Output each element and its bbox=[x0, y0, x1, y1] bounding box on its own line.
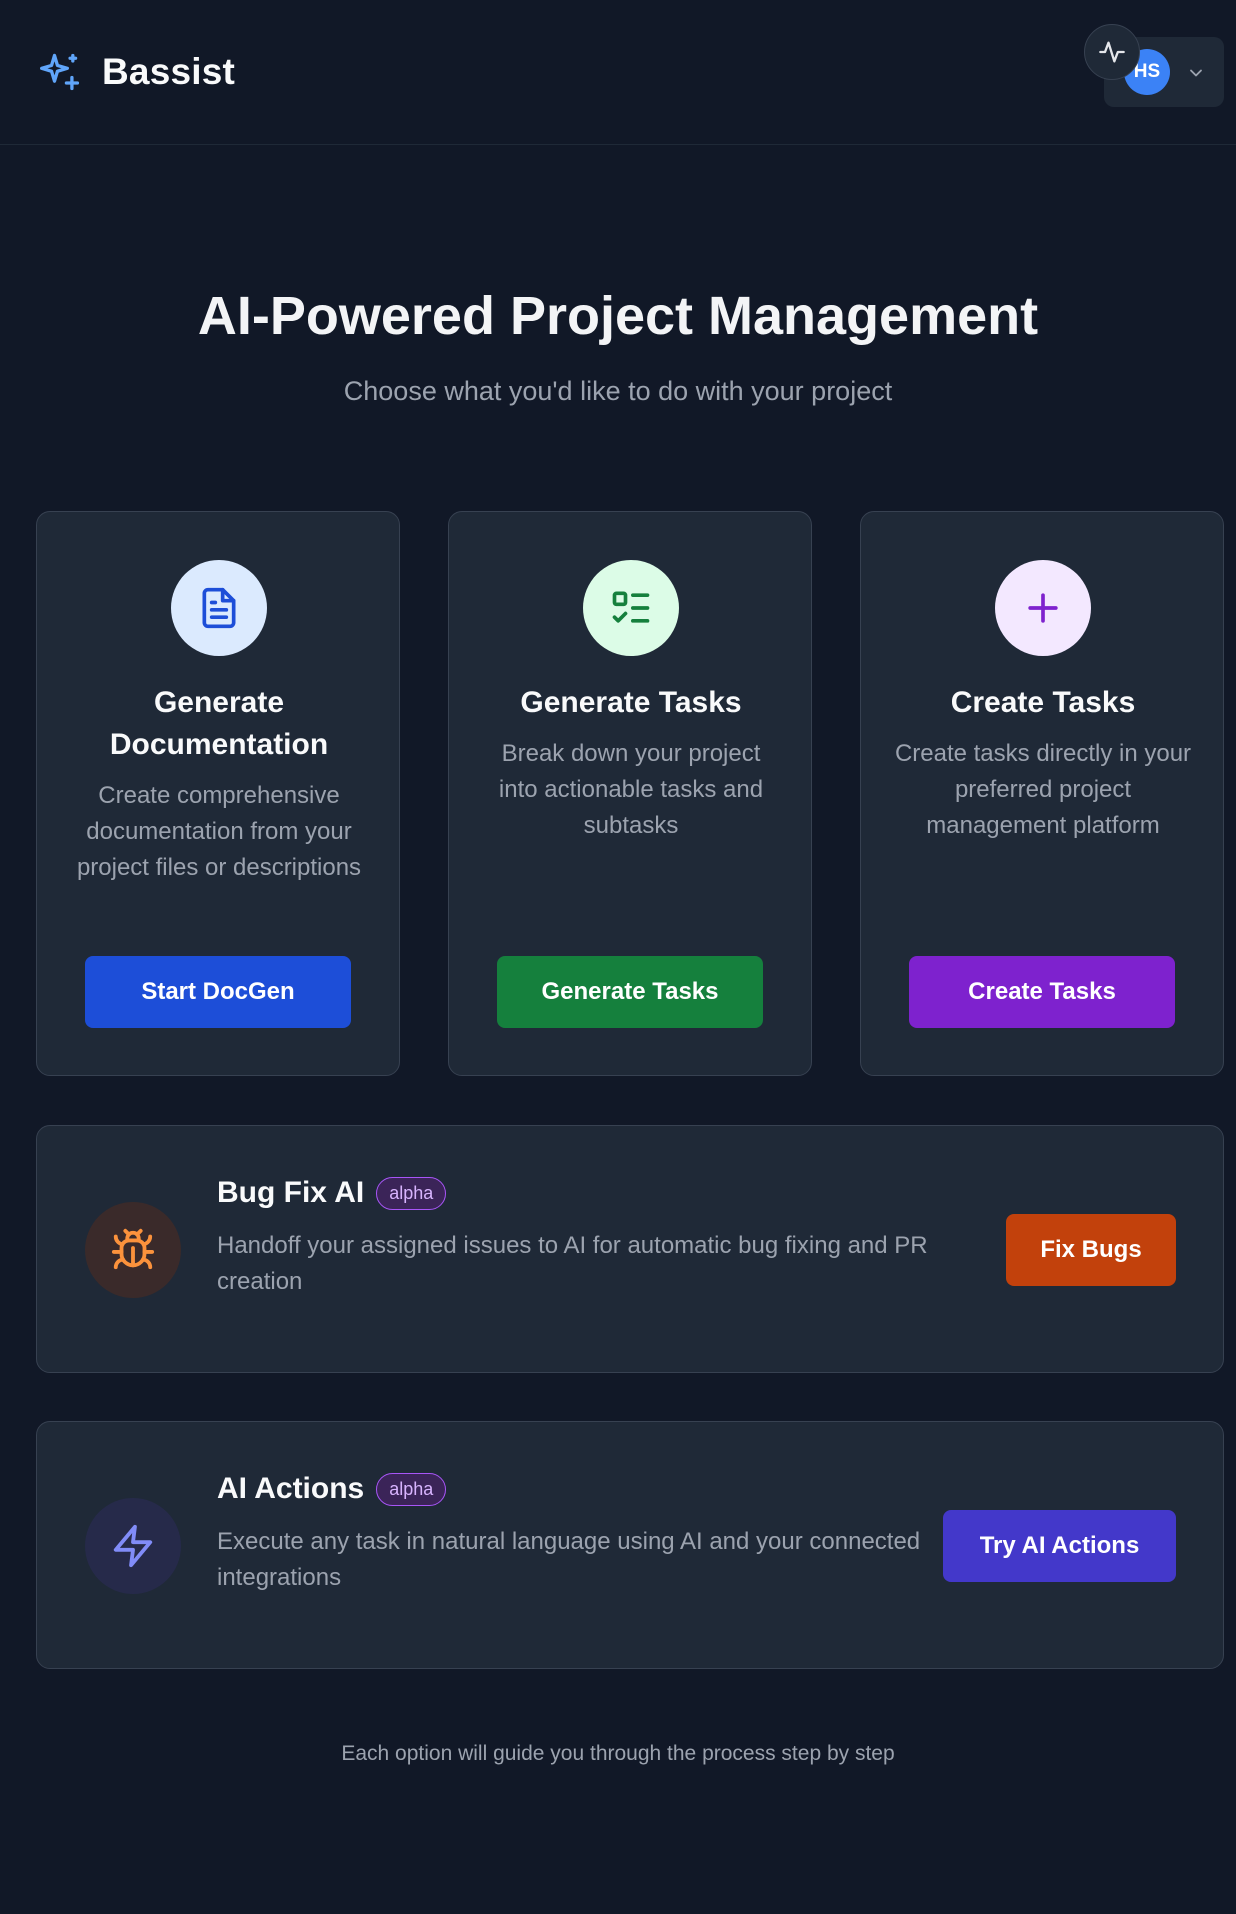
card-icon-circle bbox=[583, 560, 679, 656]
create-tasks-button[interactable]: Create Tasks bbox=[909, 956, 1175, 1028]
feature-title: AI Actions bbox=[217, 1472, 365, 1505]
alpha-badge: alpha bbox=[376, 1176, 447, 1210]
card-description: Create tasks directly in your preferred … bbox=[894, 740, 1192, 839]
card-title: Create Tasks bbox=[950, 686, 1136, 719]
bug-icon bbox=[111, 1228, 155, 1270]
feature-title-row: AI Actions alpha bbox=[217, 1472, 447, 1506]
app-name: Bassist bbox=[102, 51, 236, 92]
card-title: Generate Documentation bbox=[109, 686, 329, 761]
page-subtitle: Choose what you'd like to do with your p… bbox=[343, 376, 893, 406]
generate-tasks-button[interactable]: Generate Tasks bbox=[497, 956, 763, 1028]
card-description: Break down your project into actionable … bbox=[498, 740, 764, 839]
chevron-down-icon[interactable] bbox=[1186, 63, 1206, 83]
card-icon-circle bbox=[171, 560, 267, 656]
feature-title: Bug Fix AI bbox=[217, 1176, 365, 1209]
start-docgen-button[interactable]: Start DocGen bbox=[85, 956, 351, 1028]
bug-fix-ai-panel: Bug Fix AI alpha Handoff your assigned i… bbox=[36, 1125, 1224, 1373]
card-create-tasks: Create Tasks Create tasks directly in yo… bbox=[860, 511, 1224, 1076]
top-header: Bassist HS bbox=[0, 0, 1236, 145]
alpha-badge: alpha bbox=[376, 1472, 447, 1506]
feature-description: Handoff your assigned issues to AI for a… bbox=[217, 1232, 928, 1295]
plus-icon bbox=[1028, 593, 1058, 623]
card-icon-circle bbox=[995, 560, 1091, 656]
footer-note: Each option will guide you through the p… bbox=[341, 1742, 895, 1765]
fix-bugs-button[interactable]: Fix Bugs bbox=[1006, 1214, 1176, 1286]
ai-actions-panel: AI Actions alpha Execute any task in nat… bbox=[36, 1421, 1224, 1669]
document-icon bbox=[202, 587, 236, 629]
try-ai-actions-button[interactable]: Try AI Actions bbox=[943, 1510, 1176, 1582]
checklist-icon bbox=[612, 591, 650, 623]
card-generate-tasks: Generate Tasks Break down your project i… bbox=[448, 511, 812, 1076]
activity-icon bbox=[1099, 41, 1125, 63]
feature-icon-circle bbox=[85, 1498, 181, 1594]
sparkles-icon bbox=[40, 53, 80, 91]
page-title: AI-Powered Project Management bbox=[197, 286, 1039, 346]
feature-title-row: Bug Fix AI alpha bbox=[217, 1176, 447, 1210]
card-title: Generate Tasks bbox=[520, 686, 742, 719]
feature-icon-circle bbox=[85, 1202, 181, 1298]
feature-description: Execute any task in natural language usi… bbox=[217, 1528, 921, 1591]
activity-button[interactable] bbox=[1084, 24, 1140, 80]
brand[interactable]: Bassist bbox=[38, 50, 235, 94]
card-description: Create comprehensive documentation from … bbox=[76, 782, 362, 881]
lightning-icon bbox=[113, 1524, 153, 1568]
card-generate-documentation: Generate Documentation Create comprehens… bbox=[36, 511, 400, 1076]
